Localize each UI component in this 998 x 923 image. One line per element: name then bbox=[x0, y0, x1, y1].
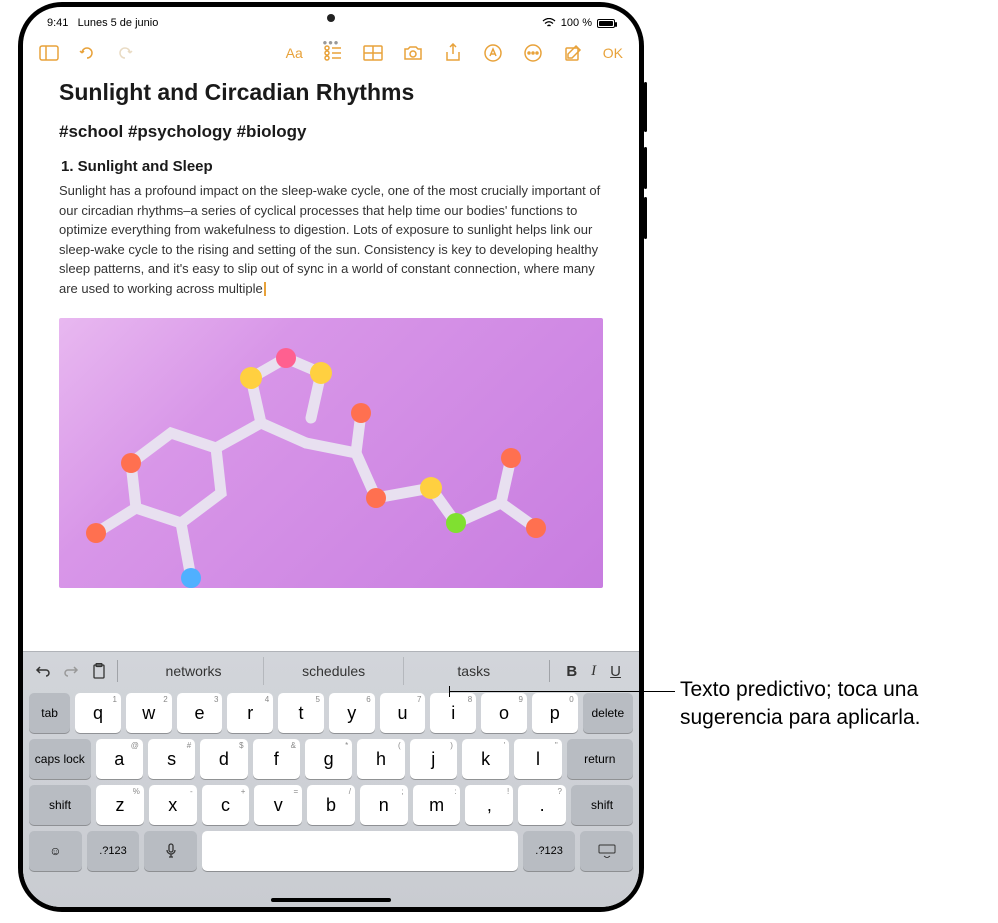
status-time-date: 9:41 Lunes 5 de junio bbox=[47, 17, 158, 29]
front-camera bbox=[327, 14, 335, 22]
keyboard-suggestion-bar: networks schedules tasks B I U bbox=[23, 652, 639, 690]
key-g[interactable]: *g bbox=[305, 739, 352, 779]
delete-key[interactable]: delete bbox=[583, 693, 633, 733]
table-icon[interactable] bbox=[363, 43, 383, 63]
key-a[interactable]: @a bbox=[96, 739, 143, 779]
battery-icon bbox=[597, 19, 615, 28]
note-title: Sunlight and Circadian Rhythms bbox=[59, 79, 603, 106]
italic-button[interactable]: I bbox=[591, 663, 596, 680]
key-n[interactable]: ;n bbox=[360, 785, 408, 825]
spacebar-key[interactable] bbox=[202, 831, 518, 871]
key-t[interactable]: 5t bbox=[278, 693, 324, 733]
underline-button[interactable]: U bbox=[610, 663, 621, 680]
dictation-key[interactable] bbox=[144, 831, 197, 871]
kb-undo-icon[interactable] bbox=[31, 659, 55, 683]
key-p[interactable]: 0p bbox=[532, 693, 578, 733]
return-key[interactable]: return bbox=[567, 739, 633, 779]
ipad-screen: 9:41 Lunes 5 de junio 100 % ••• Aa bbox=[23, 7, 639, 907]
key-h[interactable]: (h bbox=[357, 739, 404, 779]
battery-percent: 100 % bbox=[561, 17, 592, 29]
key-period[interactable]: ?. bbox=[518, 785, 566, 825]
text-format-button[interactable]: Aa bbox=[286, 45, 303, 61]
key-rows: tab 1q 2w 3e 4r 5t 6y 7u 8i 9o 0p delete… bbox=[23, 690, 639, 883]
volume-up-button[interactable] bbox=[644, 147, 647, 189]
power-button[interactable] bbox=[644, 82, 647, 132]
kb-clipboard-icon[interactable] bbox=[87, 659, 111, 683]
key-row-2: caps lock @a #s $d &f *g (h )j 'k "l ret… bbox=[29, 739, 633, 779]
volume-down-button[interactable] bbox=[644, 197, 647, 239]
molecule-svg bbox=[59, 318, 603, 588]
tab-key[interactable]: tab bbox=[29, 693, 70, 733]
note-heading: 1. Sunlight and Sleep bbox=[61, 158, 603, 175]
key-d[interactable]: $d bbox=[200, 739, 247, 779]
note-content-area[interactable]: Sunlight and Circadian Rhythms #school #… bbox=[23, 73, 639, 651]
onscreen-keyboard: networks schedules tasks B I U tab 1q 2w… bbox=[23, 651, 639, 907]
numeric-key-right[interactable]: .?123 bbox=[523, 831, 576, 871]
key-c[interactable]: +c bbox=[202, 785, 250, 825]
molecule-image bbox=[59, 318, 603, 588]
home-indicator[interactable] bbox=[271, 898, 391, 902]
callout-leader-line bbox=[450, 691, 675, 692]
more-icon[interactable] bbox=[523, 43, 543, 63]
redo-icon bbox=[115, 43, 135, 63]
key-m[interactable]: :m bbox=[413, 785, 461, 825]
key-r[interactable]: 4r bbox=[227, 693, 273, 733]
capslock-key[interactable]: caps lock bbox=[29, 739, 91, 779]
key-y[interactable]: 6y bbox=[329, 693, 375, 733]
key-u[interactable]: 7u bbox=[380, 693, 426, 733]
key-q[interactable]: 1q bbox=[75, 693, 121, 733]
status-time: 9:41 bbox=[47, 17, 68, 29]
key-row-1: tab 1q 2w 3e 4r 5t 6y 7u 8i 9o 0p delete bbox=[29, 693, 633, 733]
status-indicators: 100 % bbox=[542, 17, 615, 29]
status-date: Lunes 5 de junio bbox=[78, 17, 159, 29]
bold-button[interactable]: B bbox=[566, 663, 577, 680]
emoji-key[interactable]: ☺ bbox=[29, 831, 82, 871]
key-z[interactable]: %z bbox=[96, 785, 144, 825]
key-b[interactable]: /b bbox=[307, 785, 355, 825]
camera-icon[interactable] bbox=[403, 43, 423, 63]
kb-redo-icon[interactable] bbox=[59, 659, 83, 683]
predictive-suggestions: networks schedules tasks bbox=[124, 657, 543, 685]
text-cursor bbox=[264, 282, 266, 296]
key-s[interactable]: #s bbox=[148, 739, 195, 779]
key-row-3: shift %z -x +c =v /b ;n :m !, ?. shift bbox=[29, 785, 633, 825]
dismiss-keyboard-key[interactable] bbox=[580, 831, 633, 871]
callout-annotation: Texto predictivo; toca una sugerencia pa… bbox=[680, 676, 980, 733]
undo-icon[interactable] bbox=[77, 43, 97, 63]
done-button[interactable]: OK bbox=[603, 45, 623, 61]
note-body-text: Sunlight has a profound impact on the sl… bbox=[59, 181, 603, 298]
multitask-dots[interactable]: ••• bbox=[323, 35, 340, 50]
divider bbox=[549, 660, 550, 682]
suggestion-1[interactable]: networks bbox=[124, 657, 263, 685]
share-icon[interactable] bbox=[443, 43, 463, 63]
key-f[interactable]: &f bbox=[253, 739, 300, 779]
key-k[interactable]: 'k bbox=[462, 739, 509, 779]
new-note-icon[interactable] bbox=[563, 43, 583, 63]
callout-text: Texto predictivo; toca una sugerencia pa… bbox=[680, 676, 980, 733]
note-tags: #school #psychology #biology bbox=[59, 122, 603, 142]
ipad-frame: 9:41 Lunes 5 de junio 100 % ••• Aa bbox=[18, 2, 644, 912]
markup-icon[interactable] bbox=[483, 43, 503, 63]
key-comma[interactable]: !, bbox=[465, 785, 513, 825]
shift-key-right[interactable]: shift bbox=[571, 785, 633, 825]
key-i[interactable]: 8i bbox=[430, 693, 476, 733]
note-body-span: Sunlight has a profound impact on the sl… bbox=[59, 183, 600, 296]
key-w[interactable]: 2w bbox=[126, 693, 172, 733]
key-j[interactable]: )j bbox=[410, 739, 457, 779]
divider bbox=[117, 660, 118, 682]
suggestion-3[interactable]: tasks bbox=[403, 657, 543, 685]
format-buttons: B I U bbox=[556, 663, 631, 680]
shift-key-left[interactable]: shift bbox=[29, 785, 91, 825]
key-row-4: ☺ .?123 .?123 bbox=[29, 831, 633, 871]
key-o[interactable]: 9o bbox=[481, 693, 527, 733]
suggestion-2[interactable]: schedules bbox=[263, 657, 403, 685]
sidebar-toggle-icon[interactable] bbox=[39, 43, 59, 63]
key-x[interactable]: -x bbox=[149, 785, 197, 825]
key-e[interactable]: 3e bbox=[177, 693, 223, 733]
key-l[interactable]: "l bbox=[514, 739, 561, 779]
key-v[interactable]: =v bbox=[254, 785, 302, 825]
numeric-key-left[interactable]: .?123 bbox=[87, 831, 140, 871]
wifi-icon bbox=[542, 18, 556, 28]
